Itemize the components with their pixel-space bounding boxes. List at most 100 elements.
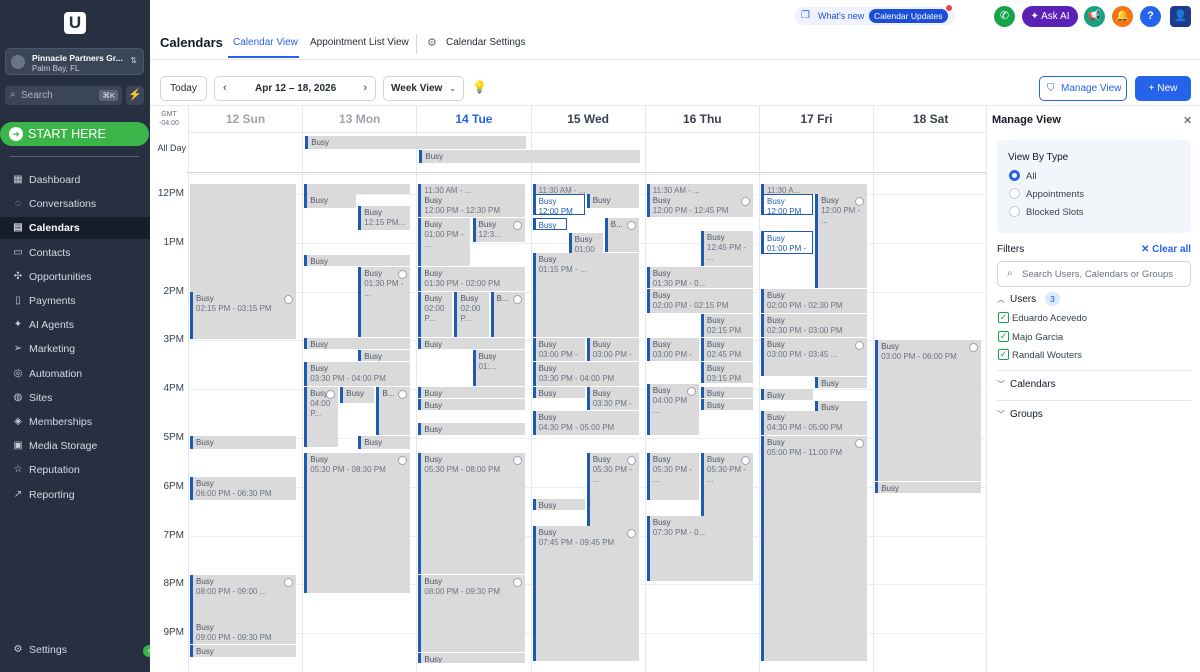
calendar-event[interactable]: Busy 04:00 P... [304, 386, 339, 447]
new-button[interactable]: + New [1135, 76, 1191, 101]
calendar-event[interactable]: Busy [190, 435, 297, 450]
sidebar-item-dashboard[interactable]: ▦ Dashboard [0, 169, 150, 191]
close-icon[interactable]: ✕ [1183, 114, 1192, 127]
calendar-event[interactable]: Busy [418, 423, 525, 435]
calendar-event[interactable]: Busy03:00 PM - ... [646, 337, 699, 362]
user-checkbox-eduardo[interactable]: ✓ [998, 312, 1009, 323]
calendar-event[interactable]: Busy [532, 386, 585, 398]
calendar-event[interactable]: Busy01:00 PM - ... [418, 218, 471, 267]
calendar-event[interactable]: Busy 03:00 PM - 03:45 ... [761, 337, 868, 376]
calendar-event[interactable]: Busy 12:00 PM [761, 194, 814, 215]
calendar-event[interactable]: Busy 06:00 PM - 06:30 PM [190, 477, 297, 501]
phone-icon[interactable]: ✆ [994, 6, 1015, 27]
calendar-event[interactable]: Busy [304, 194, 357, 208]
calendar-event[interactable]: Busy [761, 389, 814, 401]
calendar-event[interactable]: Busy [532, 499, 585, 511]
radio-all[interactable] [1009, 170, 1020, 181]
calendar-event[interactable]: Busy 02:00 PM - 02:15 PM [646, 289, 753, 313]
sidebar-search-input[interactable]: ⌕ Search ⌘K [5, 86, 122, 105]
calendar-event[interactable]: Busy [532, 218, 567, 230]
calendar-event[interactable]: Busy [418, 652, 525, 663]
calendar-event[interactable]: Busy 12:45 PM - ... [700, 230, 753, 267]
calendar-event[interactable]: Busy 04:30 PM - 05:00 PM [761, 411, 868, 435]
sidebar-item-sites[interactable]: ◍ Sites [0, 387, 150, 409]
calendar-event[interactable]: Busy 05:00 PM - 11:00 PM [761, 435, 868, 662]
all-day-event[interactable]: Busy [305, 136, 526, 149]
calendars-section-toggle[interactable]: ﹀ Calendars [997, 379, 1056, 390]
calendar-event[interactable]: Busy 05:30 PM - 08:00 PM [418, 452, 525, 574]
calendar-event[interactable]: Busy [418, 386, 525, 398]
calendar-event[interactable] [304, 184, 411, 195]
calendar-event[interactable]: Busy 03:30 PM - 04:00 PM [304, 362, 411, 386]
calendar-event[interactable]: Busy02:45 PM ... [700, 337, 753, 362]
calendar-event[interactable]: Busy [815, 377, 868, 389]
calendar-event[interactable]: Busy02:15 PM ... [700, 313, 753, 337]
calendar-event[interactable]: Busy 09:00 PM - 09:30 PM [190, 621, 297, 645]
calendar-event[interactable]: B... [376, 386, 411, 435]
radio-appointments[interactable] [1009, 188, 1020, 199]
calendar-event[interactable]: B... [604, 218, 639, 252]
calendar-event[interactable]: Busy 02:15 PM - 03:15 PM [190, 291, 297, 340]
calendar-event[interactable]: Busy [190, 645, 297, 657]
calendar-event[interactable]: Busy 01:30 PM - ... [358, 267, 411, 337]
calendar-event[interactable]: Busy [700, 386, 753, 398]
calendar-event[interactable]: Busy 02:30 PM - 03:00 PM [761, 313, 868, 337]
calendar-event[interactable]: Busy05:00 PM - ... [358, 435, 411, 450]
sidebar-item-media-storage[interactable]: ▣ Media Storage [0, 435, 150, 457]
calendar-event[interactable]: Busy [586, 194, 639, 208]
tab-appointment-list-view[interactable]: Appointment List View [310, 37, 409, 48]
calendar-event[interactable]: Busy 05:30 PM - ... [646, 452, 699, 501]
day-header[interactable]: 15 Wed [530, 106, 645, 133]
calendar-event[interactable]: Busy 04:00 PM ... [646, 384, 699, 435]
calendar-event[interactable]: Busy 03:00 PM - 06:00 PM [875, 340, 982, 481]
calendar-event[interactable]: Busy [304, 255, 411, 267]
lightbulb-icon[interactable]: 💡 [472, 80, 487, 94]
day-header[interactable]: 18 Sat [873, 106, 986, 133]
calendar-event[interactable]: Busy 07:45 PM - 09:45 PM [532, 525, 639, 662]
calendar-event[interactable]: Busy 12:00 PM - 12:30 PM [418, 194, 525, 218]
calendar-event[interactable]: Busy 02:00 P... [454, 291, 489, 337]
day-header[interactable]: 13 Mon [302, 106, 417, 133]
sidebar-item-payments[interactable]: ▯ Payments [0, 290, 150, 312]
calendar-event[interactable]: Busy 08:00 PM - 09:30 PM [418, 574, 525, 652]
day-header[interactable]: 14 Tue [416, 106, 531, 133]
sidebar-item-conversations[interactable]: ◌ Conversations [0, 193, 150, 215]
date-range-picker[interactable]: ‹ Apr 12 – 18, 2026 › [214, 76, 376, 101]
tab-calendar-view[interactable]: Calendar View [233, 37, 298, 48]
lightning-icon[interactable]: ⚡ [126, 86, 144, 105]
calendar-event[interactable]: 11:30 AM - ... [532, 184, 639, 195]
calendar-event[interactable]: Busy 12:3... [472, 218, 525, 242]
calendar-event[interactable]: Busy03:15 PM ... [700, 362, 753, 384]
whats-new-button[interactable]: ❐ What's new Calendar Updates [795, 5, 955, 25]
calendar-event[interactable]: Busy03:00 PM - 0... [532, 337, 585, 362]
day-header[interactable]: 12 Sun [188, 106, 302, 133]
calendar-event[interactable]: Busy03:30 PM - ... [586, 386, 639, 411]
chevron-left-icon[interactable]: ‹ [223, 77, 227, 100]
sidebar-item-marketing[interactable]: ➢ Marketing [0, 338, 150, 360]
calendar-event[interactable]: Busy 01:15 PM - ... [532, 252, 639, 337]
calendar-event[interactable]: Busy [875, 481, 982, 494]
calendar-event[interactable]: Busy 02:00 P... [418, 291, 453, 337]
bell-icon[interactable]: 🔔 [1112, 6, 1133, 27]
calendar-event[interactable]: Busy 12:00 PM - ... [815, 194, 868, 289]
view-select[interactable]: Week View ⌄ [383, 76, 464, 101]
sidebar-item-calendars[interactable]: ▤ Calendars [0, 217, 150, 240]
calendar-event[interactable]: 11:30 A... [761, 184, 868, 195]
calendar-event[interactable]: Busy 12:00 PM [532, 194, 585, 215]
sidebar-item-automation[interactable]: ◎ Automation [0, 363, 150, 385]
megaphone-icon[interactable]: 📢 [1084, 6, 1105, 27]
calendar-event[interactable]: Busy 08:00 PM - 09:00 ... [190, 574, 297, 623]
sidebar-item-reputation[interactable]: ☆ Reputation [0, 459, 150, 481]
groups-section-toggle[interactable]: ﹀ Groups [997, 409, 1043, 420]
all-day-event[interactable]: Busy [419, 150, 640, 163]
sidebar-item-ai-agents[interactable]: ✦ AI Agents [0, 314, 150, 336]
calendar-event[interactable]: Busy [304, 337, 411, 350]
day-header[interactable]: 17 Fri [759, 106, 873, 133]
calendar-event[interactable]: Busy 01:... [472, 350, 525, 386]
clear-all-link[interactable]: ✕ Clear all [1141, 244, 1191, 255]
sidebar-item-reporting[interactable]: ↗ Reporting [0, 484, 150, 506]
calendar-event[interactable]: 11:30 AM - ... [418, 184, 525, 195]
calendar-event[interactable] [190, 184, 297, 301]
calendar-event[interactable]: Busy03:00 PM - ... [586, 337, 639, 362]
calendar-event[interactable]: Busy 02:00 PM - 02:30 PM [761, 289, 868, 313]
